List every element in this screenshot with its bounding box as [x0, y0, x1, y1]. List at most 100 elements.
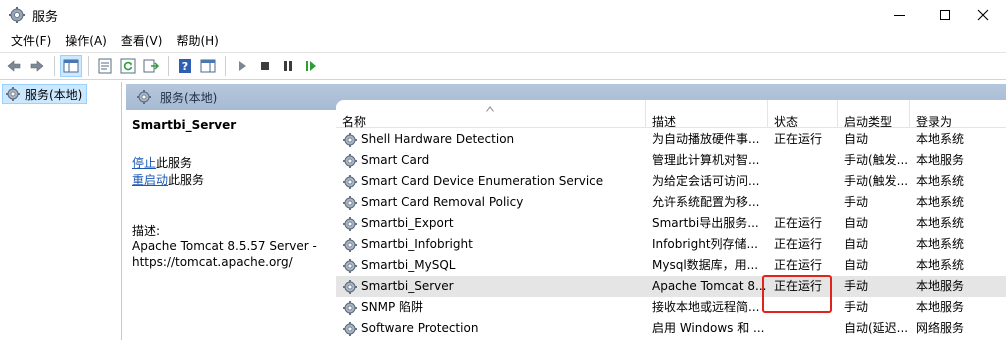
service-name: SNMP 陷阱 [361, 300, 423, 314]
service-name-cell: Smartbi_Server [342, 276, 646, 297]
close-button[interactable] [960, 0, 1006, 30]
service-logon-as: 本地系统 [916, 216, 965, 230]
window-title: 服务 [32, 10, 59, 25]
service-gear-icon [343, 153, 357, 168]
service-startup-type: 手动 [844, 300, 869, 314]
column-header-description-label: 描述 [652, 115, 677, 129]
help-icon: ? [179, 59, 191, 73]
column-header-description[interactable]: 描述 [646, 100, 768, 129]
start-service-icon [239, 61, 246, 71]
service-row[interactable]: Smartbi_Infobright Infobright列存储... 正在运行 自动… [336, 234, 1006, 255]
tree-item-services-local[interactable]: 服务(本地) [2, 84, 88, 104]
column-header-logon-as-label: 登录为 [916, 115, 953, 129]
service-name-cell: Smart Card [342, 150, 646, 171]
back-button[interactable] [3, 55, 25, 77]
service-description: 管理此计算机对智... [652, 153, 760, 167]
extended-pane: Smartbi_Server 停止此服务 重启动此服务 描述: Apache T… [126, 110, 330, 340]
service-name: Smartbi_MySQL [361, 258, 456, 272]
service-row[interactable]: Smartbi_MySQL Mysql数据库，用... 正在运行 自动 本地系统 [336, 255, 1006, 276]
column-header-status[interactable]: 状态 [768, 100, 838, 129]
stop-service-button[interactable] [254, 55, 276, 77]
service-logon-as: 本地服务 [916, 279, 965, 293]
service-logon-as: 网络服务 [916, 321, 965, 335]
service-gear-icon [343, 279, 357, 294]
service-logon-as: 本地服务 [916, 300, 965, 314]
maximize-icon [940, 10, 950, 20]
service-name-cell: Shell Hardware Detection [342, 129, 646, 150]
service-row[interactable]: Smart Card Device Enumeration Service 为给定… [336, 171, 1006, 192]
refresh-button[interactable] [117, 55, 139, 77]
service-name: Smartbi_Server [361, 279, 454, 293]
description-label: 描述: [132, 224, 161, 238]
service-gear-icon [343, 321, 357, 336]
service-description: 为自动播放硬件事... [652, 132, 760, 146]
service-status [774, 192, 838, 213]
minimize-button[interactable] [876, 0, 922, 30]
service-row[interactable]: Smartbi_Server Apache Tomcat 8.... 正在运行 手动本… [336, 276, 1006, 297]
service-startup-type: 手动(触发... [844, 153, 909, 167]
pause-service-button[interactable] [277, 55, 299, 77]
start-service-button[interactable] [231, 55, 253, 77]
panel-header-title: 服务(本地) [160, 90, 218, 105]
menu-file[interactable]: 文件(F) [4, 30, 58, 52]
service-row[interactable]: Shell Hardware Detection 为自动播放硬件事... 正在运行 自… [336, 129, 1006, 150]
service-status: 正在运行 [774, 258, 823, 272]
tree-item-label: 服务(本地) [25, 87, 83, 102]
show-console-tree-button[interactable] [60, 55, 82, 77]
minimize-icon [893, 14, 905, 16]
service-status: 正在运行 [774, 132, 823, 146]
service-row[interactable]: Software Protection 启用 Windows 和 ... 自动(延迟… [336, 318, 1006, 339]
service-startup-type: 自动 [844, 132, 869, 146]
column-header-logon-as[interactable]: 登录为 [910, 100, 1006, 129]
restart-service-icon [306, 61, 316, 71]
service-gear-icon [343, 174, 357, 189]
service-status [774, 150, 838, 171]
restart-service-button[interactable] [300, 55, 322, 77]
service-status [774, 318, 838, 339]
column-header-startup-type[interactable]: 启动类型 [838, 100, 910, 129]
service-logon-as: 本地系统 [916, 195, 965, 209]
help-button[interactable]: ? [174, 55, 196, 77]
service-row[interactable]: SNMP 陷阱 接收本地或远程简... 手动 本地服务 [336, 297, 1006, 318]
service-startup-type: 自动 [844, 237, 869, 251]
service-logon-as: 本地系统 [916, 258, 965, 272]
service-row[interactable]: Smartbi_Export Smartbi导出服务... 正在运行 自动 本地系统 [336, 213, 1006, 234]
show-hide-action-pane-icon [200, 59, 216, 73]
service-gear-icon [343, 132, 357, 147]
stop-service-link[interactable]: 停止 [132, 156, 156, 170]
back-arrow-icon [7, 60, 21, 72]
properties-button[interactable] [94, 55, 116, 77]
restart-service-link[interactable]: 重启动 [132, 173, 168, 187]
menu-view[interactable]: 查看(V) [114, 30, 170, 52]
forward-button[interactable] [26, 55, 48, 77]
service-startup-type: 手动 [844, 195, 869, 209]
service-name-cell: Smartbi_Infobright [342, 234, 646, 255]
service-logon-as: 本地服务 [916, 153, 965, 167]
column-header-name[interactable]: 名称 [336, 100, 646, 129]
service-gear-icon [343, 216, 357, 231]
toolbar-separator [54, 56, 55, 76]
svg-text:?: ? [182, 60, 188, 73]
toolbar: ? [0, 52, 1006, 80]
export-list-button[interactable] [140, 55, 162, 77]
service-name-cell: Smartbi_Export [342, 213, 646, 234]
console-tree: 服务(本地) [0, 82, 122, 340]
service-startup-type: 手动 [844, 279, 869, 293]
service-gear-icon [343, 237, 357, 252]
service-name: Smart Card Removal Policy [361, 195, 524, 209]
service-gear-icon [343, 195, 357, 210]
forward-arrow-icon [30, 60, 44, 72]
service-row[interactable]: Smart Card 管理此计算机对智... 手动(触发... 本地服务 [336, 150, 1006, 171]
service-startup-type: 自动 [844, 216, 869, 230]
menu-help[interactable]: 帮助(H) [169, 30, 225, 52]
service-startup-type: 手动(触发... [844, 174, 909, 188]
service-logon-as: 本地系统 [916, 174, 965, 188]
show-console-tree-icon [63, 59, 79, 73]
refresh-icon [120, 58, 136, 74]
service-logon-as: 本地系统 [916, 237, 965, 251]
restart-action-line: 重启动此服务 [132, 171, 204, 188]
service-row[interactable]: Smart Card Removal Policy 允许系统配置为移... 手动 本地… [336, 192, 1006, 213]
menu-action[interactable]: 操作(A) [58, 30, 114, 52]
column-header-status-label: 状态 [774, 115, 799, 129]
show-hide-action-pane-button[interactable] [197, 55, 219, 77]
